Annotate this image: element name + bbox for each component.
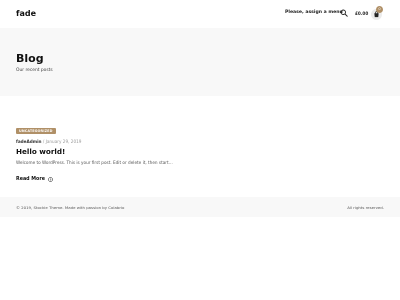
read-more-label: Read More [16, 177, 45, 182]
post-meta: fadeAdmin / January 29, 2019 [16, 139, 384, 144]
cart-total[interactable]: £0.00 [355, 11, 368, 16]
site-logo[interactable]: fade [16, 9, 36, 18]
assign-menu-link[interactable]: Please, assign a menu [285, 10, 343, 15]
read-more-link[interactable]: Read More [16, 177, 53, 182]
page-title: Blog [16, 52, 44, 65]
cart-count-badge: 0 [376, 6, 383, 13]
page-subtitle: Our recent posts [16, 68, 53, 73]
post-excerpt: Welcome to WordPress. This is your first… [16, 160, 173, 165]
post-category-badge[interactable]: UNCATEGORIZED [16, 127, 56, 135]
post-date: January 29, 2019 [45, 139, 82, 144]
search-icon[interactable] [340, 9, 348, 17]
site-header: fade Please, assign a menu £0.00 0 [0, 0, 400, 28]
page-hero: Blog Our recent posts [0, 28, 400, 96]
site-footer: © 2019, Stockie Theme. Made with passion… [0, 197, 400, 217]
post-author[interactable]: fadeAdmin [16, 139, 42, 144]
post-title[interactable]: Hello world! [16, 147, 384, 156]
chevron-circle-right-icon [48, 177, 53, 182]
footer-rights: All rights reserved. [347, 205, 384, 210]
footer-copyright: © 2019, Stockie Theme. Made with passion… [16, 205, 125, 210]
post-card: UNCATEGORIZED fadeAdmin / January 29, 20… [16, 117, 384, 184]
